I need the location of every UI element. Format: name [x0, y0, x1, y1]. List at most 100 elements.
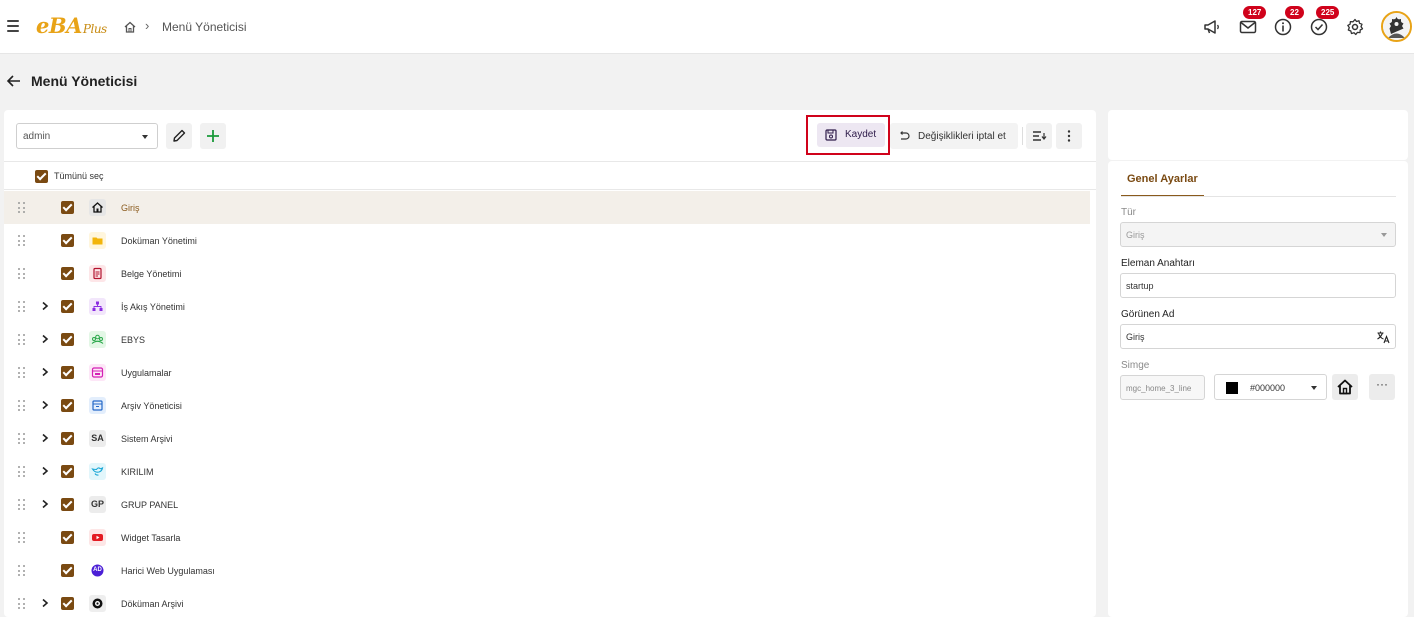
task-check-icon[interactable]	[1309, 17, 1329, 37]
caret-down-icon	[1311, 386, 1317, 390]
home-icon	[89, 199, 106, 216]
expand-collapse-button[interactable]	[1026, 123, 1052, 149]
drag-handle-icon[interactable]	[18, 400, 25, 411]
chevron-right-icon[interactable]	[41, 334, 49, 344]
row-checkbox[interactable]	[61, 366, 74, 379]
chevron-right-icon[interactable]	[41, 466, 49, 476]
hamburger-menu-icon[interactable]	[7, 20, 19, 32]
row-checkbox[interactable]	[61, 597, 74, 610]
type-label: Tür	[1121, 207, 1136, 218]
display-name-value: Giriş	[1126, 332, 1145, 342]
drag-handle-icon[interactable]	[18, 202, 25, 213]
translate-icon[interactable]	[1376, 330, 1390, 344]
drag-handle-icon[interactable]	[18, 565, 25, 576]
row-checkbox[interactable]	[61, 333, 74, 346]
settings-panel: Genel Ayarlar Tür Giriş Eleman Anahtarı …	[1108, 161, 1408, 617]
icon-initials: AD	[93, 567, 102, 573]
drag-handle-icon[interactable]	[18, 532, 25, 543]
display-name-input[interactable]: Giriş	[1120, 324, 1396, 349]
mail-icon[interactable]	[1238, 17, 1258, 37]
tree-row[interactable]: Arşiv Yöneticisi	[4, 389, 1096, 422]
chevron-right-icon[interactable]	[41, 598, 49, 608]
tab-label: Genel Ayarlar	[1127, 173, 1198, 185]
workflow-icon	[89, 298, 106, 315]
drag-handle-icon[interactable]	[18, 268, 25, 279]
select-all-checkbox[interactable]	[35, 170, 48, 183]
tree-row[interactable]: GP GRUP PANEL	[4, 488, 1096, 521]
tasks-badge: 225	[1316, 6, 1340, 19]
tree-row-label: İş Akış Yönetimi	[121, 302, 185, 312]
row-checkbox[interactable]	[61, 267, 74, 280]
drag-handle-icon[interactable]	[18, 466, 25, 477]
save-button-label: Kaydet	[845, 129, 877, 140]
discard-changes-button[interactable]: Değişiklikleri iptal et	[890, 123, 1018, 149]
icon-name-input[interactable]: mgc_home_3_line	[1120, 375, 1205, 400]
gear-icon[interactable]	[1345, 17, 1365, 37]
more-options-button[interactable]	[1056, 123, 1082, 149]
drag-handle-icon[interactable]	[18, 433, 25, 444]
row-checkbox[interactable]	[61, 399, 74, 412]
drag-handle-icon[interactable]	[18, 598, 25, 609]
drag-handle-icon[interactable]	[18, 499, 25, 510]
tree-row[interactable]: EBYS	[4, 323, 1096, 356]
tree-row[interactable]: Belge Yönetimi	[4, 257, 1096, 290]
tree-row[interactable]: Doküman Yönetimi	[4, 224, 1096, 257]
user-select[interactable]: admin	[16, 123, 158, 149]
type-value: Giriş	[1126, 230, 1145, 240]
chevron-right-icon[interactable]	[41, 301, 49, 311]
row-checkbox[interactable]	[61, 498, 74, 511]
app-window-icon	[89, 364, 106, 381]
row-checkbox[interactable]	[61, 201, 74, 214]
tree-row-label: Giriş	[121, 203, 140, 213]
edit-button[interactable]	[166, 123, 192, 149]
save-button[interactable]: Kaydet	[817, 123, 885, 147]
user-avatar[interactable]	[1381, 11, 1412, 42]
tree-row[interactable]: Döküman Arşivi	[4, 587, 1096, 617]
add-button[interactable]	[200, 123, 226, 149]
icon-preview-button[interactable]	[1332, 374, 1358, 400]
chevron-right-icon[interactable]	[41, 433, 49, 443]
text-avatar-icon: GP	[89, 496, 106, 513]
drag-handle-icon[interactable]	[18, 367, 25, 378]
plus-icon	[207, 130, 219, 142]
tree-row[interactable]: Uygulamalar	[4, 356, 1096, 389]
tree-toolbar: admin Kaydet Değişiklikleri iptal et	[4, 110, 1096, 162]
megaphone-icon[interactable]	[1202, 17, 1222, 37]
icon-label: Simge	[1121, 360, 1150, 371]
info-badge: 22	[1285, 6, 1304, 19]
tree-row[interactable]: SA Sistem Arşivi	[4, 422, 1096, 455]
back-arrow-icon[interactable]	[6, 73, 22, 89]
tree-row[interactable]: AD Harici Web Uygulaması	[4, 554, 1096, 587]
color-picker[interactable]: #000000	[1214, 374, 1327, 400]
breadcrumb-current[interactable]: Menü Yöneticisi	[162, 20, 247, 34]
youtube-icon	[89, 529, 106, 546]
page-title: Menü Yöneticisi	[31, 73, 138, 89]
chevron-right-icon[interactable]	[41, 499, 49, 509]
row-checkbox[interactable]	[61, 465, 74, 478]
row-checkbox[interactable]	[61, 432, 74, 445]
tree-row[interactable]: KIRILIM	[4, 455, 1096, 488]
document-icon	[89, 265, 106, 282]
row-checkbox[interactable]	[61, 564, 74, 577]
row-checkbox[interactable]	[61, 234, 74, 247]
drag-handle-icon[interactable]	[18, 334, 25, 345]
pencil-icon	[173, 129, 186, 142]
info-icon[interactable]	[1273, 17, 1293, 37]
row-checkbox[interactable]	[61, 300, 74, 313]
brand-logo[interactable]: eBAPlus	[36, 13, 107, 38]
tree-row-label: Sistem Arşivi	[121, 434, 173, 444]
row-checkbox[interactable]	[61, 531, 74, 544]
tree-row[interactable]: Giriş	[4, 191, 1090, 224]
element-key-input[interactable]: startup	[1120, 273, 1396, 298]
chevron-right-icon[interactable]	[41, 367, 49, 377]
tree-row[interactable]: İş Akış Yönetimi	[4, 290, 1096, 323]
drag-handle-icon[interactable]	[18, 235, 25, 246]
tree-row-label: Harici Web Uygulaması	[121, 566, 215, 576]
drag-handle-icon[interactable]	[18, 301, 25, 312]
tree-row[interactable]: Widget Tasarla	[4, 521, 1096, 554]
chevron-right-icon[interactable]	[41, 400, 49, 410]
tab-general-settings[interactable]: Genel Ayarlar	[1121, 169, 1204, 197]
home-icon[interactable]	[123, 20, 137, 34]
more-icon-options-button[interactable]: ···	[1369, 374, 1395, 400]
avatar-gear-icon	[1383, 13, 1410, 40]
